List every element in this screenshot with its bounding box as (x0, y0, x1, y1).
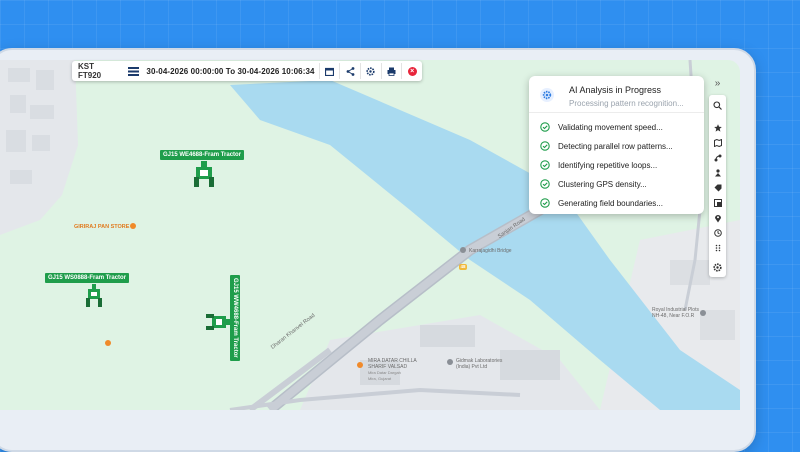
gidmak-pin-icon[interactable] (447, 359, 453, 365)
gidmak-line2: (India) Pvt Ltd (456, 364, 488, 370)
royal-label: Royal Industrial Plots NH-48, Near F.O.R (652, 307, 699, 319)
ai-step: Clustering GPS density... (540, 177, 647, 191)
small-pin-icon[interactable] (105, 340, 111, 346)
close-icon: × (407, 66, 417, 76)
check-circle-icon (540, 198, 550, 208)
double-chevron-right-icon: » (714, 78, 721, 89)
check-circle-icon (540, 122, 550, 132)
search-icon (713, 100, 722, 110)
ai-panel-header: AI Analysis in Progress Processing patte… (529, 76, 704, 113)
area-icon (713, 199, 722, 207)
collapse-panel-button[interactable]: » (709, 76, 726, 91)
ai-step-label: Clustering GPS density... (558, 179, 647, 189)
share-button[interactable] (339, 63, 360, 79)
menu-icon (128, 66, 140, 76)
mira-line4: Mira, Gujarat (368, 376, 392, 381)
clock-icon (713, 229, 722, 237)
vehicle-selector[interactable]: KST FT920 (72, 62, 125, 80)
area-tool[interactable] (709, 196, 726, 210)
store-pin-icon[interactable] (130, 223, 136, 229)
ai-step-label: Detecting parallel row patterns... (558, 141, 673, 151)
tractor-icon[interactable] (86, 284, 102, 308)
ai-panel-title: AI Analysis in Progress (569, 85, 662, 95)
ai-gear-icon (540, 88, 554, 102)
star-icon (713, 124, 722, 132)
tractor-label-2[interactable]: GJ15 WS0888-Fram Tractor (45, 273, 130, 283)
ai-step: Identifying repetitive loops... (540, 158, 657, 172)
location-tool[interactable] (709, 211, 726, 225)
person-tool[interactable] (709, 166, 726, 180)
menu-button[interactable] (125, 63, 143, 79)
route-icon (714, 154, 721, 162)
mira-pin-icon[interactable] (357, 362, 363, 368)
more-tool[interactable] (709, 241, 726, 255)
royal-line2: NH-48, Near F.O.R (652, 313, 695, 319)
gidmak-label: Gidmak Laboratories (India) Pvt Ltd (456, 358, 502, 370)
top-toolbar: KST FT920 30-04-2026 00:00:00 To 30-04-2… (72, 61, 422, 81)
calendar-icon (324, 67, 334, 76)
map-layer-tool[interactable] (709, 136, 726, 150)
tractor-icon[interactable] (206, 314, 232, 330)
search-tool[interactable] (709, 98, 726, 112)
ai-step: Validating movement speed... (540, 120, 663, 134)
gear-icon (713, 262, 722, 272)
bridge-pin-icon[interactable] (460, 247, 466, 253)
print-button[interactable] (380, 63, 402, 79)
ai-analysis-panel: AI Analysis in Progress Processing patte… (529, 76, 704, 214)
ai-step: Detecting parallel row patterns... (540, 139, 673, 153)
date-range[interactable]: 30-04-2026 00:00:00 To 30-04-2026 10:06:… (142, 67, 318, 76)
check-circle-icon (540, 141, 550, 151)
close-button[interactable]: × (401, 63, 422, 79)
share-icon (346, 66, 355, 76)
ai-panel-subtitle: Processing pattern recognition... (569, 99, 684, 108)
grip-icon (715, 244, 720, 252)
map-settings-tool[interactable] (709, 260, 726, 274)
check-circle-icon (540, 179, 550, 189)
tag-tool[interactable] (709, 181, 726, 195)
bridge-label: Karrajagidhi Bridge (469, 248, 512, 254)
map-icon (713, 139, 722, 147)
check-circle-icon (540, 160, 550, 170)
royal-pin-icon[interactable] (700, 310, 706, 316)
history-tool[interactable] (709, 226, 726, 240)
route-tool[interactable] (709, 151, 726, 165)
tractor-label-1[interactable]: GJ15 WE4688-Fram Tractor (160, 150, 245, 160)
tractor-icon[interactable] (194, 161, 214, 189)
settings-icon (366, 66, 375, 76)
location-pin-icon (714, 214, 721, 222)
settings-button[interactable] (359, 63, 381, 79)
mira-label: MIRA DATAR CHILLA SHARIF VALSAD Mira Dat… (368, 358, 417, 382)
favorite-tool[interactable] (709, 121, 726, 135)
map-tool-column (709, 95, 726, 277)
ai-step-label: Generating field boundaries... (558, 198, 663, 208)
ai-step-label: Identifying repetitive loops... (558, 160, 658, 170)
highway-badge: 48 (459, 264, 467, 270)
ai-step-label: Validating movement speed... (558, 122, 663, 132)
giriraj-label: GIRIRAJ PAN STORE (74, 224, 130, 230)
ai-step: Generating field boundaries... (540, 196, 663, 210)
calendar-button[interactable] (318, 63, 340, 79)
tag-icon (714, 184, 721, 192)
person-icon (714, 169, 721, 177)
print-icon (387, 67, 396, 76)
